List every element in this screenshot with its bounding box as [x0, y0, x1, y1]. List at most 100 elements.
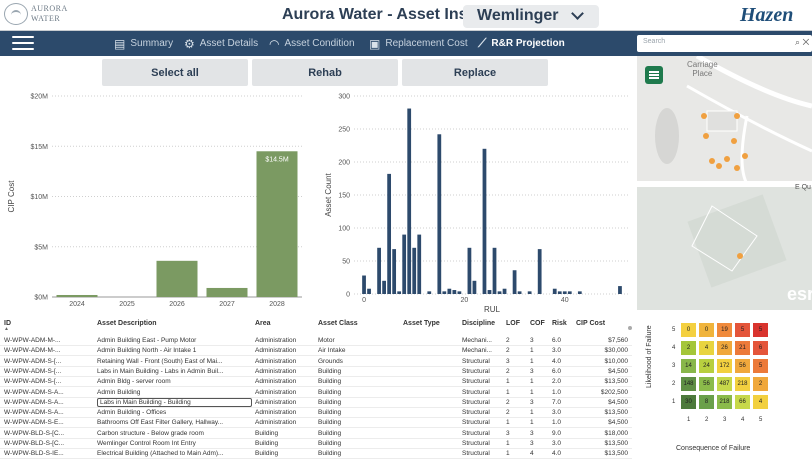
- column-header[interactable]: Area: [255, 320, 271, 327]
- risk-matrix-cell[interactable]: 2: [680, 340, 697, 356]
- risk-matrix-cell[interactable]: 14: [680, 358, 697, 374]
- table-cell: W-WPW-ADM-S-[...: [4, 367, 62, 375]
- risk-matrix-cell[interactable]: 4: [698, 340, 715, 356]
- table-row[interactable]: W-WPW-ADM-S-A... Admin Building Administra…: [0, 388, 632, 398]
- risk-matrix-cell[interactable]: 21: [734, 340, 751, 356]
- column-header[interactable]: Asset Type: [403, 320, 440, 327]
- risk-matrix-cell[interactable]: 5: [752, 358, 769, 374]
- rehab-button[interactable]: Rehab: [252, 59, 398, 86]
- table-row[interactable]: W-WPW-ADM-S-E... Bathrooms Off East Filte…: [0, 418, 632, 429]
- risk-matrix-cell[interactable]: 56: [734, 358, 751, 374]
- risk-matrix-cell[interactable]: 66: [734, 394, 751, 410]
- tab-summary[interactable]: ▤ Summary: [114, 31, 173, 56]
- table-cell: 3: [530, 367, 534, 375]
- risk-matrix-cell[interactable]: 5: [752, 322, 769, 338]
- table-row[interactable]: W-WPW-ADM-S-[... Retaining Wall - Front (…: [0, 357, 632, 367]
- table-row[interactable]: W-WPW-ADM-S-A... Labs in Main Building - …: [0, 397, 632, 408]
- tab-asset-condition[interactable]: ◠ Asset Condition: [269, 31, 355, 56]
- map-layers-icon[interactable]: [645, 66, 663, 84]
- search-input[interactable]: Search ⌕ ✕: [637, 35, 812, 52]
- rul-bar: [472, 280, 477, 294]
- hamburger-menu-icon[interactable]: [12, 36, 34, 51]
- column-header[interactable]: CIP Cost: [576, 320, 628, 327]
- select-all-button[interactable]: Select all: [102, 59, 248, 86]
- rul-bar: [517, 291, 522, 294]
- table-cell: Structural: [462, 419, 490, 427]
- risk-matrix-cell[interactable]: 0: [680, 322, 697, 338]
- table-cell: 1: [506, 450, 510, 458]
- rul-bar: [427, 291, 432, 294]
- risk-matrix-cell[interactable]: 172: [716, 358, 733, 374]
- column-header[interactable]: Risk: [552, 320, 567, 327]
- table-cell: $4,500: [608, 419, 628, 427]
- column-header[interactable]: Discipline: [462, 320, 495, 327]
- column-header[interactable]: Asset Description: [97, 320, 157, 327]
- table-cell: $13,500: [604, 450, 629, 458]
- rul-ylabel: Asset Count: [324, 172, 333, 216]
- tab-rr-projection[interactable]: ⟋ R&R Projection: [478, 31, 565, 56]
- column-header[interactable]: LOF: [506, 320, 520, 327]
- risk-matrix-xtick: 5: [759, 417, 763, 423]
- table-cell: Building: [318, 398, 342, 406]
- cip-xtick-label: 2024: [69, 301, 85, 308]
- rul-ytick-label: 300: [338, 94, 350, 101]
- rul-ytick-label: 200: [338, 160, 350, 167]
- table-row[interactable]: W-WPW-BLD-S-IE... Electrical Building (At…: [0, 449, 632, 460]
- table-cell: Labs in Main Building - Building: [97, 397, 252, 407]
- risk-matrix-cell[interactable]: 26: [716, 340, 733, 356]
- table-row[interactable]: W-WPW-ADM-M-... Admin Building North - Ai…: [0, 346, 632, 357]
- rul-bar: [442, 291, 447, 294]
- money-icon: ▣: [369, 36, 381, 51]
- risk-matrix-cell[interactable]: 8: [698, 394, 715, 410]
- cip-xtick-label: 2028: [269, 301, 285, 308]
- cip-ytick-label: $15M: [30, 144, 48, 151]
- table-row[interactable]: W-WPW-BLD-S-[C... Wemlinger Control Room …: [0, 439, 632, 449]
- risk-matrix-cell[interactable]: 487: [716, 376, 733, 392]
- facility-selector[interactable]: Wemlinger: [463, 5, 599, 28]
- table-row[interactable]: W-WPW-ADM-S-[... Admin Bldg - server room…: [0, 377, 632, 388]
- rul-bar: [502, 288, 507, 294]
- search-icon[interactable]: ⌕ ✕: [795, 37, 809, 48]
- risk-matrix-cell[interactable]: 19: [716, 322, 733, 338]
- map-view[interactable]: Carriage Place E Qu esri: [637, 56, 812, 310]
- table-cell: Building: [255, 429, 279, 437]
- risk-matrix-cell[interactable]: 24: [698, 358, 715, 374]
- column-header[interactable]: Asset Class: [318, 320, 358, 327]
- table-cell: Admin Building: [97, 388, 141, 396]
- table-cell: 4.0: [552, 450, 562, 458]
- table-cell: Building: [318, 367, 342, 375]
- risk-matrix-cell[interactable]: 0: [698, 322, 715, 338]
- tab-asset-details[interactable]: ⚙ Asset Details: [184, 31, 258, 56]
- table-cell: W-WPW-ADM-M-...: [4, 337, 61, 344]
- risk-matrix-cell[interactable]: 148: [680, 376, 697, 392]
- tab-asset-details-label: Asset Details: [199, 38, 259, 49]
- risk-matrix-cell[interactable]: 30: [680, 394, 697, 410]
- table-scroll-handle[interactable]: [628, 326, 632, 330]
- table-row[interactable]: W-WPW-ADM-M-... Admin Building East - Pum…: [0, 336, 632, 346]
- table-cell: $13,500: [604, 378, 629, 386]
- table-cell: Administration: [255, 398, 297, 406]
- table-cell: Bathrooms Off East Filter Gallery, Hallw…: [97, 419, 224, 427]
- table-row[interactable]: W-WPW-ADM-S-A... Admin Building - Offices…: [0, 408, 632, 419]
- rul-bar: [467, 247, 472, 294]
- table-cell: Admin Building North - Air Intake 1: [97, 347, 197, 355]
- rul-bar: [382, 280, 386, 294]
- risk-matrix-cell[interactable]: 5: [734, 322, 751, 338]
- risk-matrix-cell[interactable]: 218: [734, 376, 751, 392]
- risk-matrix-cell[interactable]: 218: [716, 394, 733, 410]
- table-row[interactable]: W-WPW-BLD-S-[C... Carbon structure - Belo…: [0, 429, 632, 439]
- hazen-logo: Hazen: [740, 4, 794, 26]
- column-header[interactable]: COF: [530, 320, 545, 327]
- replace-button[interactable]: Replace: [402, 59, 548, 86]
- table-cell: 3: [506, 429, 510, 437]
- risk-matrix-cell[interactable]: 6: [752, 340, 769, 356]
- search-placeholder: Search: [643, 38, 666, 45]
- sort-arrow-icon[interactable]: ▲: [4, 326, 9, 332]
- risk-matrix-cell[interactable]: 56: [698, 376, 715, 392]
- risk-matrix-cell[interactable]: 2: [752, 376, 769, 392]
- rul-bar: [447, 288, 452, 294]
- tab-replacement-cost[interactable]: ▣ Replacement Cost: [369, 31, 468, 56]
- table-row[interactable]: W-WPW-ADM-S-[... Labs in Main Building - …: [0, 367, 632, 377]
- risk-matrix-cell[interactable]: 4: [752, 394, 769, 410]
- risk-matrix-xtick: 2: [705, 417, 709, 423]
